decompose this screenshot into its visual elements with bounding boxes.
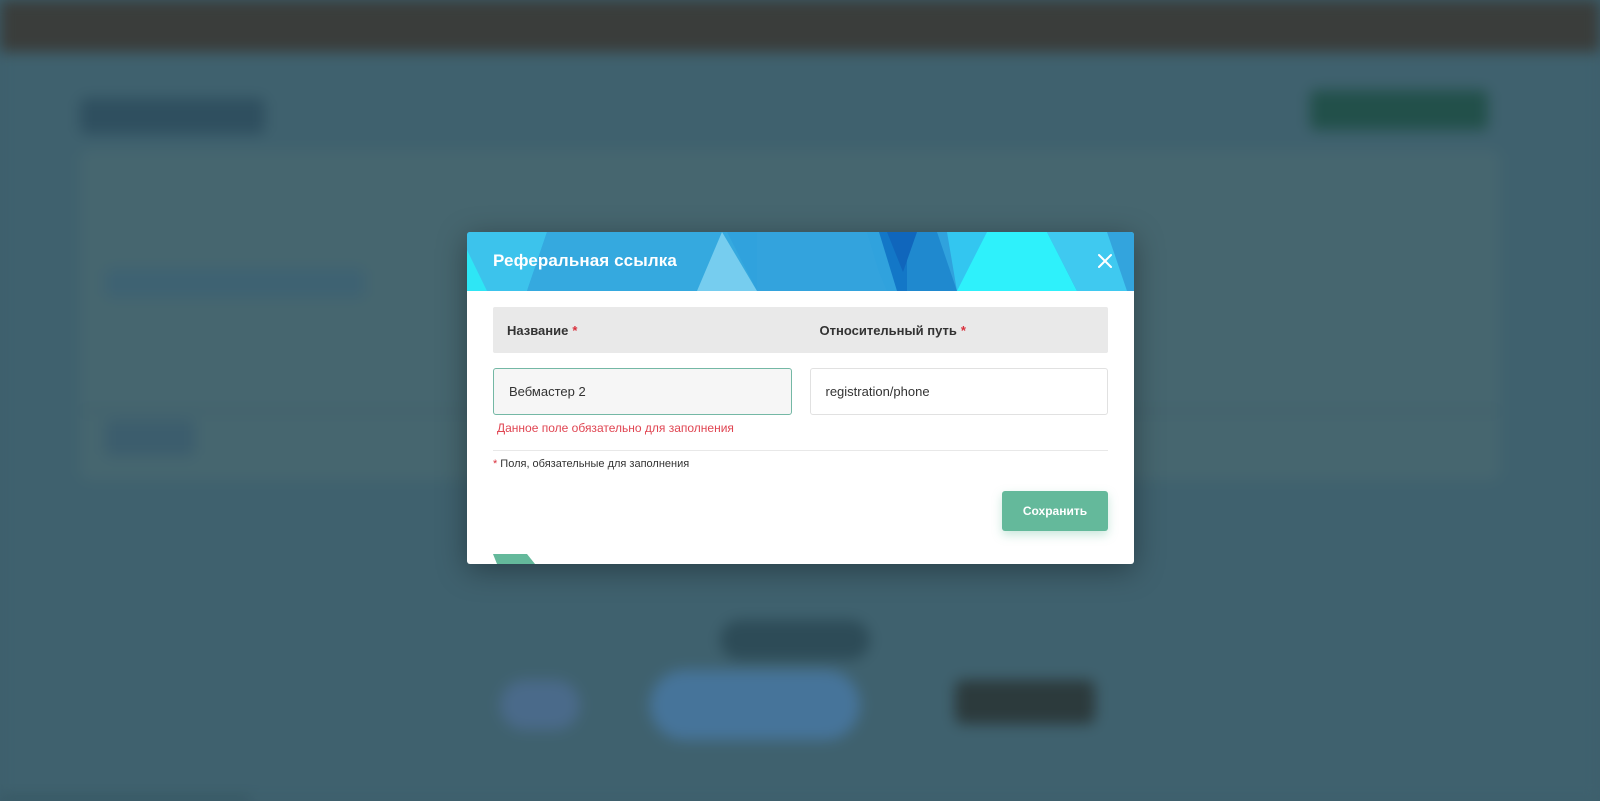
corner-decoration (493, 554, 535, 564)
close-button[interactable] (1096, 252, 1114, 270)
name-label: Название (507, 322, 569, 338)
background-button (955, 680, 1095, 724)
background-title (80, 98, 265, 134)
relative-path-input[interactable] (809, 368, 1108, 415)
path-column-header: Относительный путь * (796, 323, 1109, 338)
form-divider (493, 450, 1108, 451)
background-shape (650, 670, 860, 740)
name-column-header: Название * (493, 323, 796, 338)
background-row (105, 420, 195, 456)
required-star: * (493, 458, 498, 470)
modal-header: Реферальная ссылка (467, 232, 1134, 291)
background-button (1310, 90, 1488, 130)
background-pager (720, 620, 870, 660)
save-button[interactable]: Сохранить (1002, 491, 1108, 531)
background-strip (0, 797, 250, 801)
required-fields-note: * Поля, обязательные для заполнения (493, 458, 1108, 470)
name-error-message: Данное поле обязательно для заполнения (497, 421, 734, 435)
fields-header: Название * Относительный путь * (493, 307, 1108, 353)
modal-title: Реферальная ссылка (493, 251, 677, 270)
background-topbar (0, 0, 1600, 52)
required-star: * (572, 322, 578, 338)
background-row (105, 268, 365, 298)
required-star: * (960, 322, 966, 338)
name-input[interactable] (493, 368, 792, 415)
modal-body: Название* Относительный путь* Данное пол… (467, 291, 1134, 470)
referral-link-modal: Реферальная ссылка Название * Относительн… (467, 232, 1134, 564)
path-label: Относительный путь (819, 322, 957, 338)
required-note-text: Поля, обязательные для заполнения (500, 458, 690, 470)
inputs-row: Данное поле обязательно для заполнения (493, 368, 1108, 435)
path-field-wrap (809, 368, 1108, 435)
background-shape (500, 680, 580, 730)
close-icon (1098, 254, 1112, 268)
name-field-wrap: Данное поле обязательно для заполнения (493, 368, 792, 435)
